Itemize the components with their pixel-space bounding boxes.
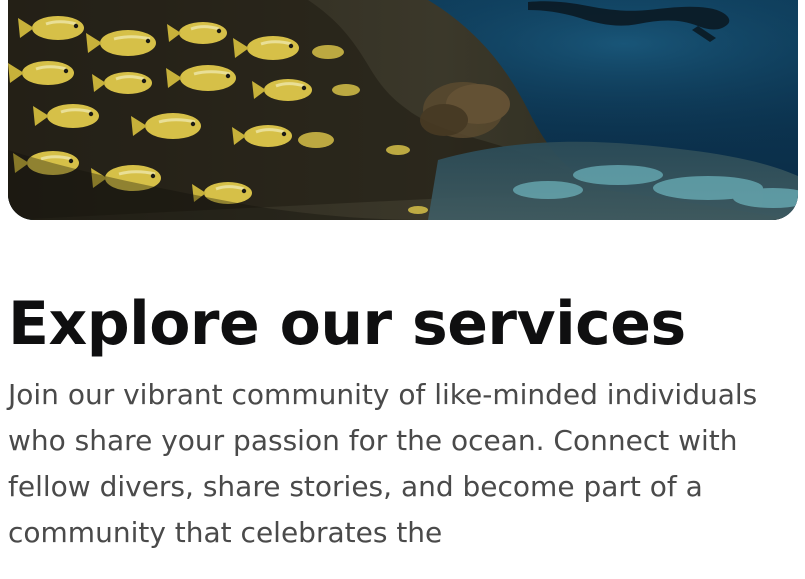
section-description: Join our vibrant community of like-minde… <box>8 378 758 549</box>
services-intro: Explore our services Join our vibrant co… <box>8 286 798 556</box>
hero-image <box>8 0 798 220</box>
underwater-reef-photo <box>8 0 798 220</box>
section-title: Explore our services <box>8 289 686 359</box>
